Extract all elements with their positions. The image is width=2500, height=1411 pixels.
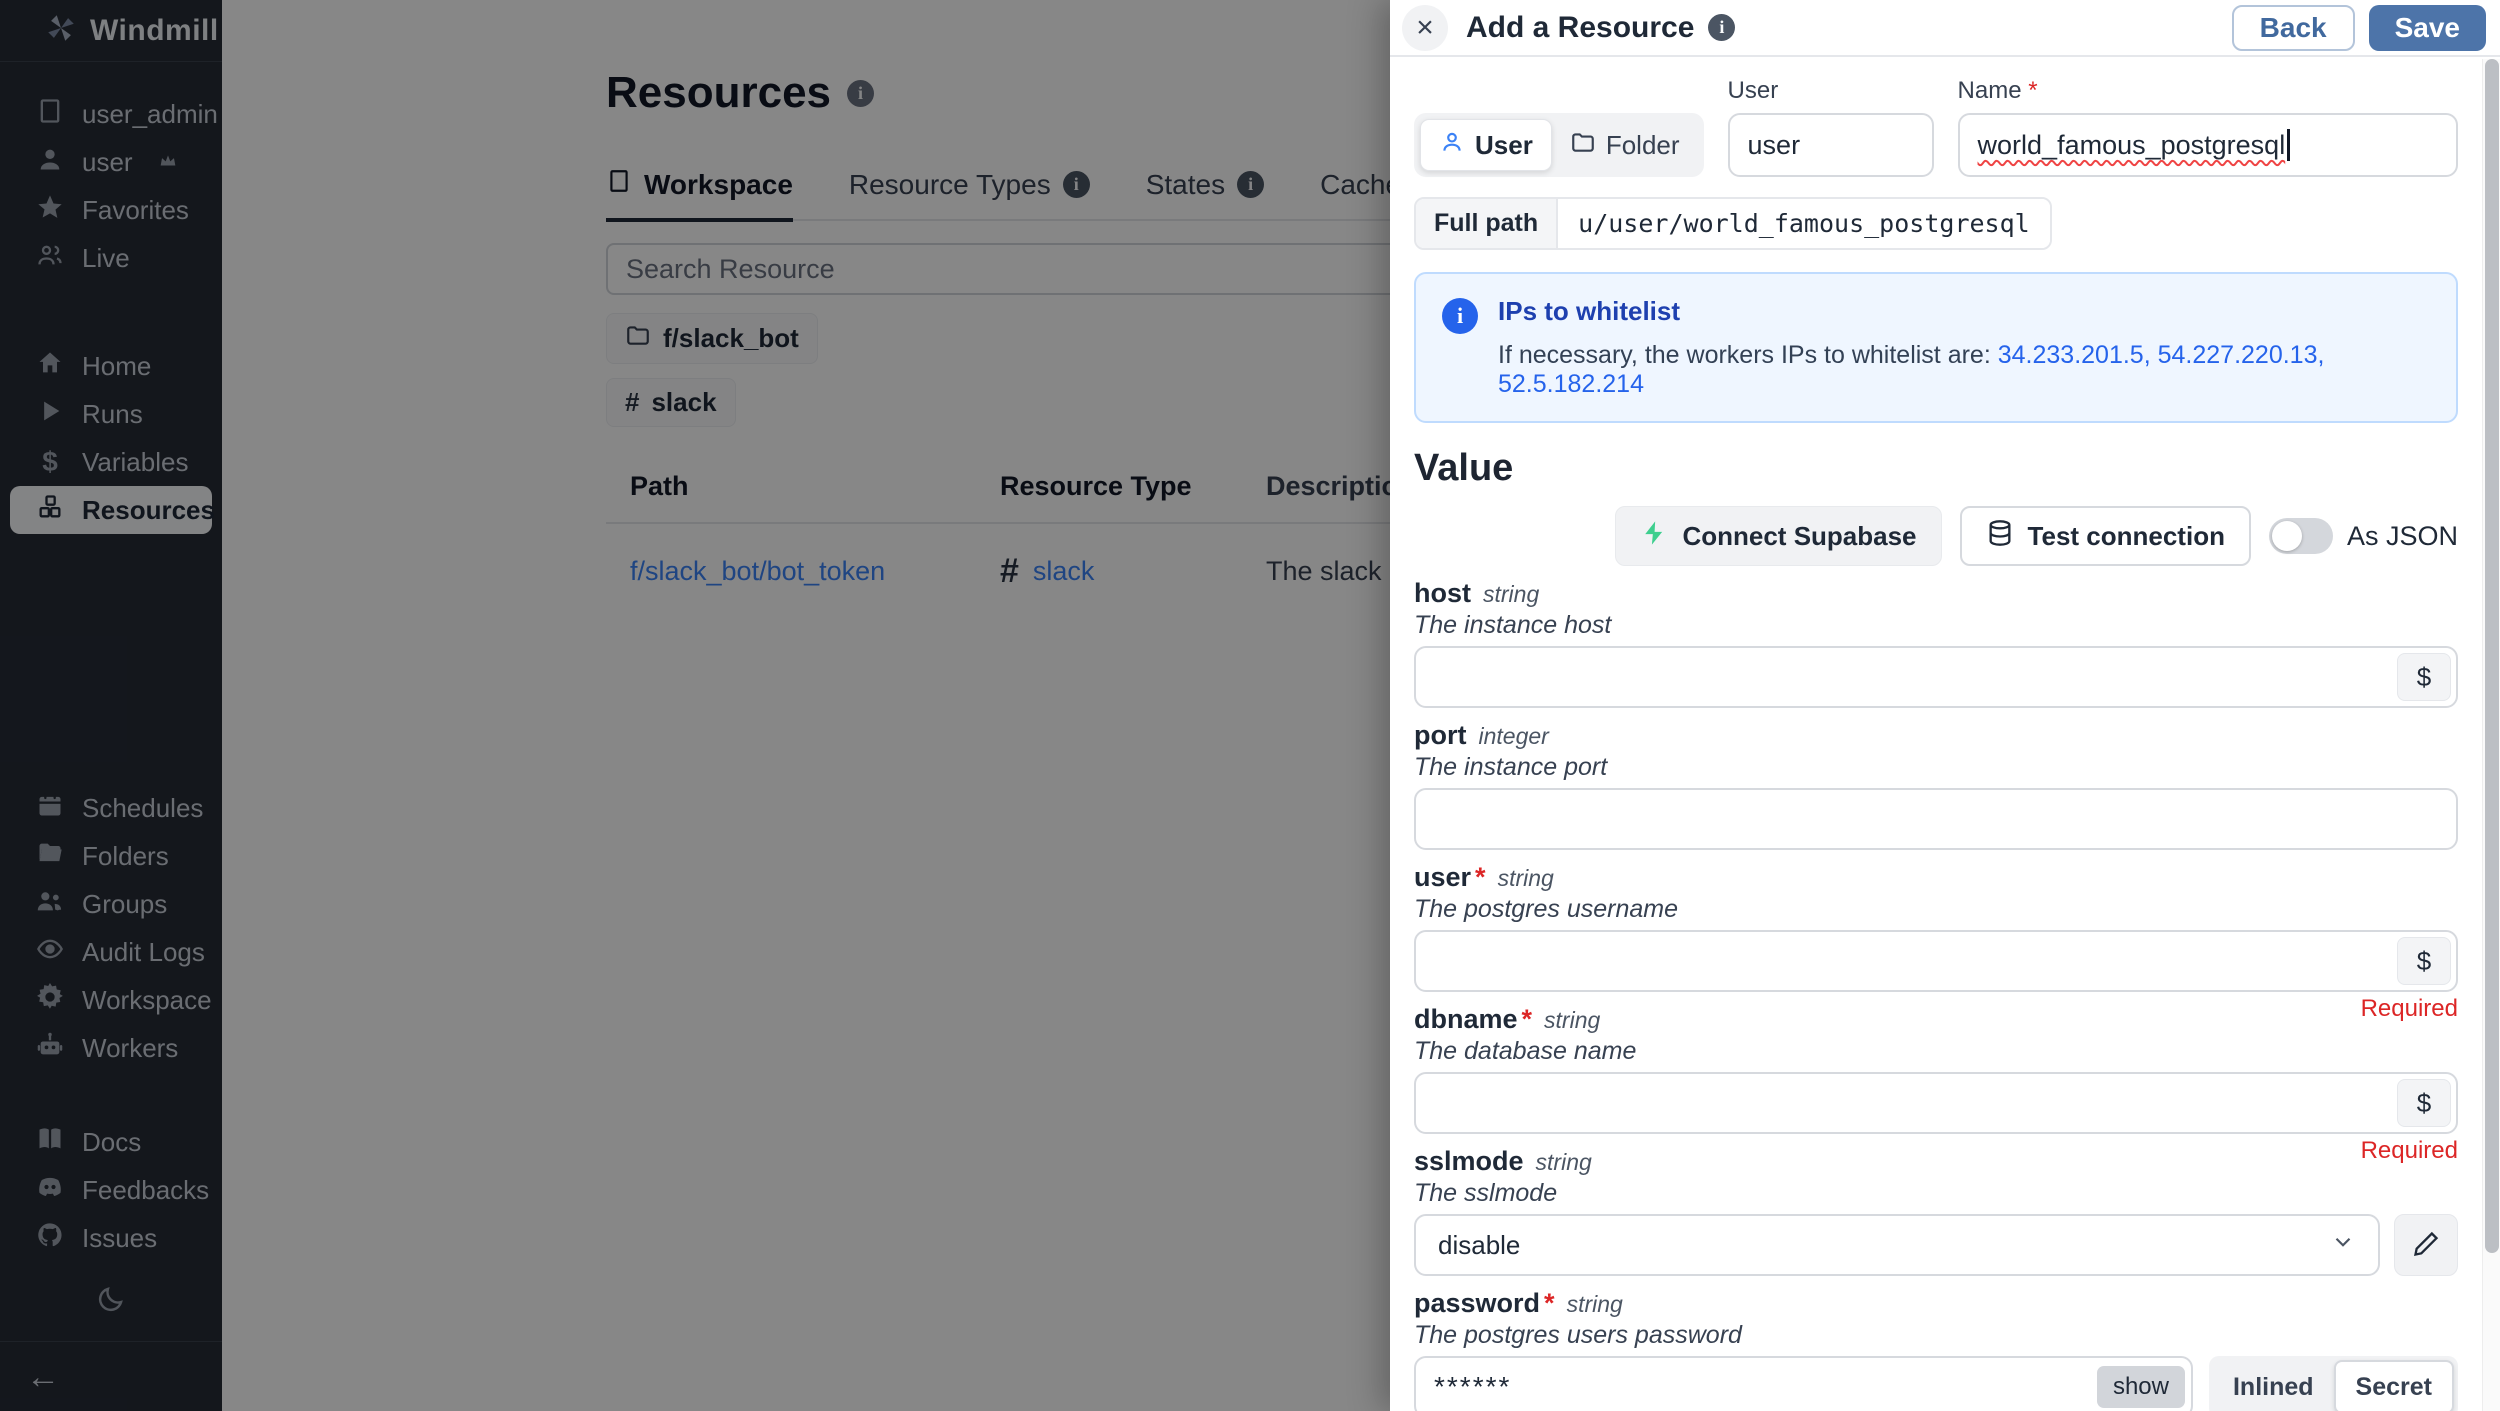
full-path-display: Full path u/user/world_famous_postgresql: [1414, 197, 2052, 250]
field-type: string: [1498, 865, 1554, 892]
field-host: host string The instance host $: [1414, 578, 2458, 708]
sslmode-select[interactable]: disable: [1414, 1214, 2380, 1276]
insert-variable-button[interactable]: $: [2397, 1079, 2451, 1127]
field-description: The sslmode: [1414, 1179, 2458, 1208]
required-message: Required: [2361, 1137, 2458, 1165]
field-port: port integer The instance port: [1414, 720, 2458, 850]
field-description: The postgres username: [1414, 895, 2458, 924]
field-type: string: [1536, 1149, 1592, 1176]
field-user: user * string The postgres username $ Re…: [1414, 862, 2458, 992]
test-connection-button[interactable]: Test connection: [1960, 506, 2251, 566]
field-name: user: [1414, 862, 1471, 893]
inlined-option[interactable]: Inlined: [2213, 1360, 2334, 1411]
infobox-title: IPs to whitelist: [1498, 296, 2430, 327]
password-mode-toggle: Inlined Secret: [2209, 1356, 2458, 1411]
text-caret: [2287, 129, 2290, 161]
insert-variable-button[interactable]: $: [2397, 653, 2451, 701]
field-name: password: [1414, 1288, 1540, 1319]
as-json-toggle[interactable]: [2269, 518, 2333, 554]
folder-icon: [1570, 129, 1596, 162]
dbname-input[interactable]: [1414, 1072, 2458, 1134]
infobox-text: If necessary, the workers IPs to whiteli…: [1498, 341, 2430, 399]
name-field-input[interactable]: world_famous_postgresql: [1958, 113, 2458, 177]
ips-whitelist-infobox: i IPs to whitelist If necessary, the wor…: [1414, 272, 2458, 423]
field-dbname: dbname * string The database name $ Requ…: [1414, 1004, 2458, 1134]
drawer-scrollbar[interactable]: [2482, 59, 2500, 1411]
close-icon[interactable]: ×: [1402, 5, 1448, 51]
owner-user-button[interactable]: User: [1420, 119, 1552, 171]
show-password-button[interactable]: show: [2097, 1366, 2185, 1408]
database-icon: [1986, 519, 2014, 554]
field-description: The instance port: [1414, 753, 2458, 782]
drawer-body: User Folder User user Name * world_famou…: [1390, 59, 2482, 1411]
field-name: port: [1414, 720, 1466, 751]
user-field-label: User: [1728, 77, 1934, 105]
user-input[interactable]: [1414, 930, 2458, 992]
connect-supabase-button[interactable]: Connect Supabase: [1615, 506, 1941, 566]
secret-option[interactable]: Secret: [2334, 1360, 2454, 1411]
pencil-icon: [2412, 1230, 2440, 1261]
field-sslmode: sslmode string The sslmode disable: [1414, 1146, 2458, 1276]
field-name: sslmode: [1414, 1146, 1524, 1177]
field-description: The postgres users password: [1414, 1321, 2458, 1350]
field-type: string: [1483, 581, 1539, 608]
as-json-label: As JSON: [2347, 521, 2458, 552]
add-resource-drawer: × Add a Resource i Back Save User Folder…: [1390, 0, 2500, 1411]
field-password: password * string The postgres users pas…: [1414, 1288, 2458, 1411]
user-icon: [1439, 129, 1465, 162]
back-button[interactable]: Back: [2232, 5, 2355, 51]
name-field-label: Name *: [1958, 77, 2458, 105]
full-path-value: u/user/world_famous_postgresql: [1556, 199, 2050, 248]
password-input[interactable]: ******: [1414, 1356, 2193, 1411]
chevron-down-icon: [2330, 1229, 2356, 1262]
drawer-title: Add a Resource: [1466, 11, 1694, 45]
required-asterisk: *: [1475, 862, 1486, 893]
info-icon: i: [1442, 298, 1478, 334]
field-description: The database name: [1414, 1037, 2458, 1066]
required-asterisk: *: [1522, 1004, 1533, 1035]
required-asterisk: *: [2028, 77, 2037, 104]
scrollbar-thumb[interactable]: [2485, 59, 2499, 1253]
field-type: string: [1544, 1007, 1600, 1034]
owner-folder-label: Folder: [1606, 130, 1680, 161]
owner-toggle-group: User Folder: [1414, 113, 1704, 177]
port-input[interactable]: [1414, 788, 2458, 850]
save-button[interactable]: Save: [2369, 5, 2486, 51]
user-field-input[interactable]: user: [1728, 113, 1934, 177]
host-input[interactable]: [1414, 646, 2458, 708]
required-message: Required: [2361, 995, 2458, 1023]
lightning-icon: [1640, 519, 1668, 554]
field-type: string: [1567, 1291, 1623, 1318]
full-path-label: Full path: [1416, 199, 1556, 248]
edit-sslmode-button[interactable]: [2394, 1214, 2458, 1276]
field-type: integer: [1478, 723, 1548, 750]
required-asterisk: *: [1544, 1288, 1555, 1319]
field-name: dbname: [1414, 1004, 1518, 1035]
owner-user-label: User: [1475, 130, 1533, 161]
value-section-title: Value: [1414, 447, 2458, 490]
drawer-backdrop[interactable]: [0, 0, 1390, 1411]
insert-variable-button[interactable]: $: [2397, 937, 2451, 985]
field-name: host: [1414, 578, 1471, 609]
owner-folder-button[interactable]: Folder: [1552, 119, 1698, 171]
drawer-title-info-icon[interactable]: i: [1708, 14, 1735, 41]
field-description: The instance host: [1414, 611, 2458, 640]
